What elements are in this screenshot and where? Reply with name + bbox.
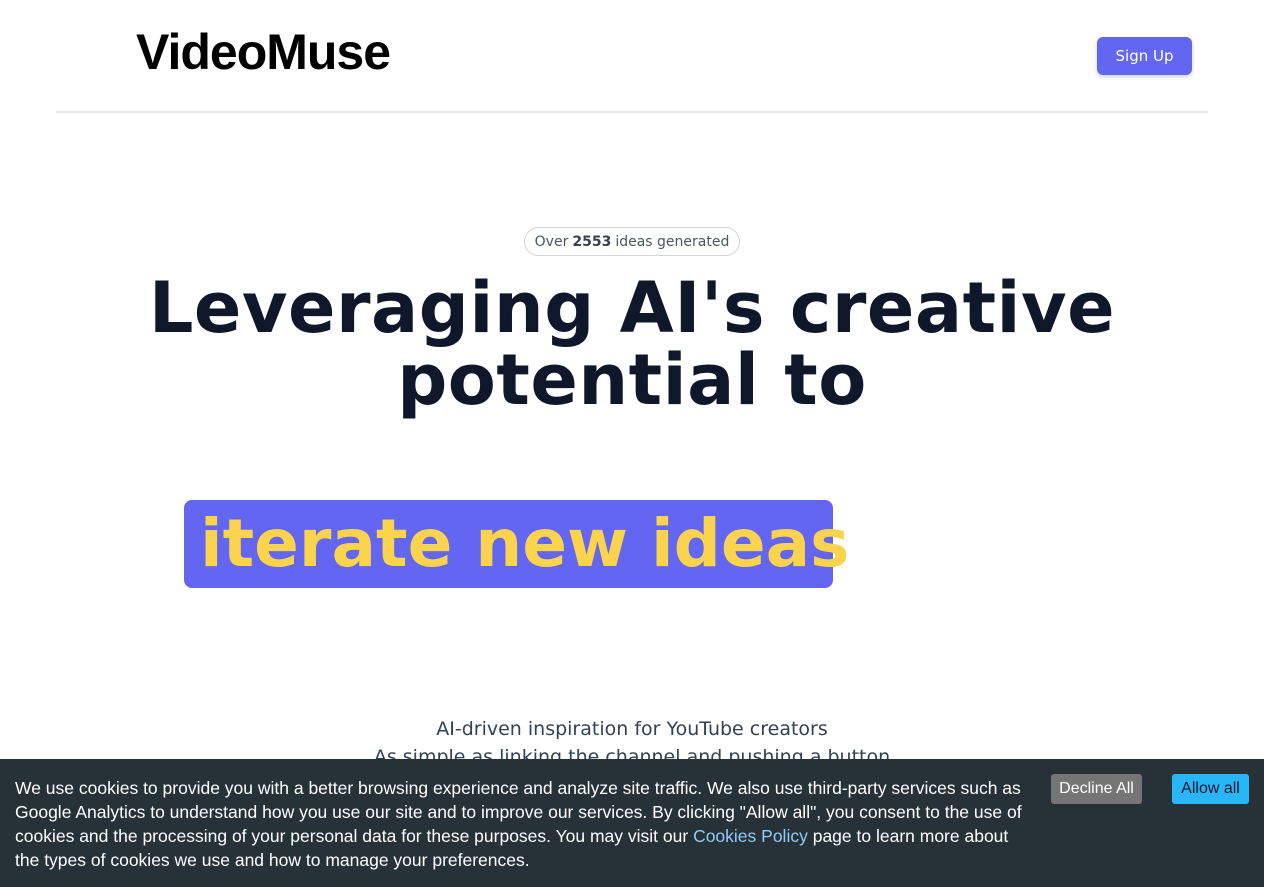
cookie-banner: We use cookies to provide you with a bet… <box>0 759 1264 887</box>
ideas-count-badge: Over 2553 ideas generated <box>524 227 740 256</box>
decline-all-button[interactable]: Decline All <box>1051 774 1142 804</box>
landing-page: VideoMuse Sign Up Over 2553 ideas genera… <box>0 0 1264 887</box>
headline-highlight: iterate new ideas <box>184 500 849 588</box>
badge-prefix: Over <box>534 233 569 250</box>
hero-headline: Leveraging AI's creative potential to <box>132 272 1132 416</box>
allow-all-button[interactable]: Allow all <box>1172 774 1249 804</box>
cookies-policy-link[interactable]: Cookies Policy <box>693 826 808 846</box>
headline-line-2: potential to <box>397 339 867 421</box>
brand-logo[interactable]: VideoMuse <box>136 22 391 82</box>
badge-count: 2553 <box>572 233 612 250</box>
headline-line-1: Leveraging AI's creative <box>148 267 1116 349</box>
hero-subtitle-line-1: AI-driven inspiration for YouTube creato… <box>436 718 828 740</box>
cookie-message: We use cookies to provide you with a bet… <box>15 776 1025 872</box>
site-header: VideoMuse Sign Up <box>56 0 1208 113</box>
badge-suffix: ideas generated <box>615 233 730 250</box>
sign-up-button[interactable]: Sign Up <box>1097 37 1192 75</box>
